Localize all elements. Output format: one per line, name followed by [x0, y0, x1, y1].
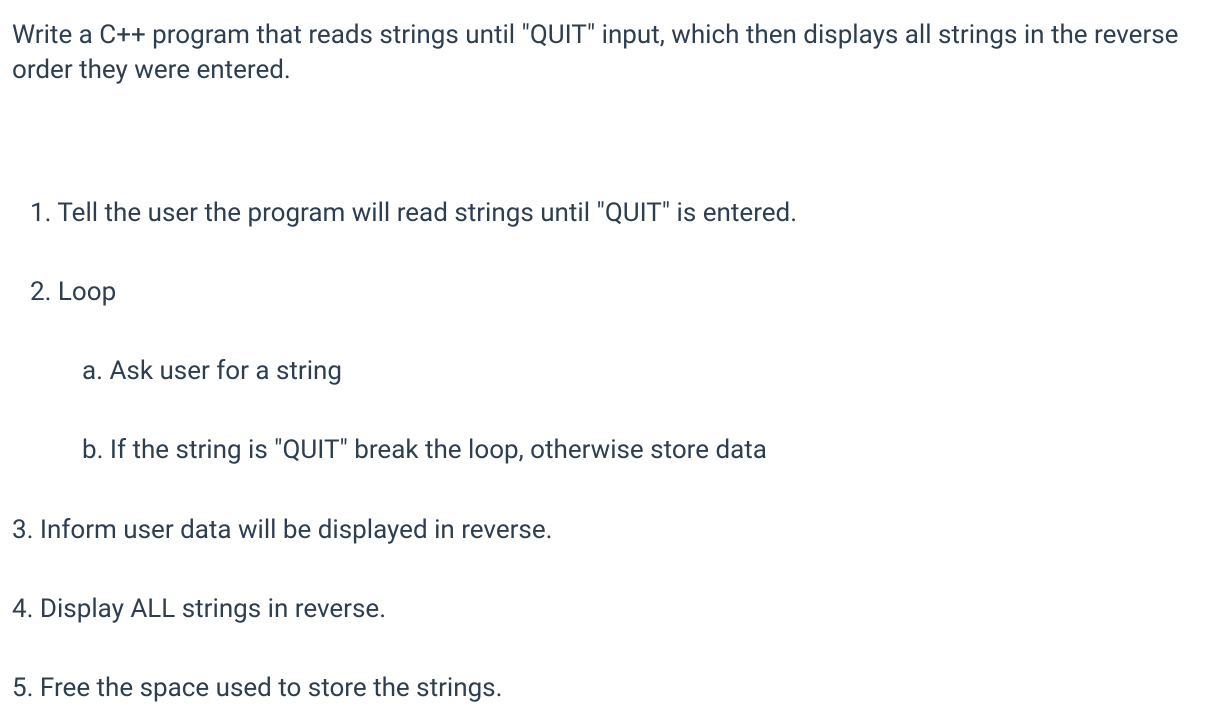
step-3: 3. Inform user data will be displayed in… [12, 513, 1220, 548]
steps-list: 1. Tell the user the program will read s… [12, 196, 1220, 706]
intro-paragraph: Write a C++ program that reads strings u… [12, 18, 1220, 88]
step-4: 4. Display ALL strings in reverse. [12, 592, 1220, 627]
step-1: 1. Tell the user the program will read s… [12, 196, 1220, 231]
step-2b: b. If the string is "QUIT" break the loo… [12, 433, 1220, 468]
step-2a: a. Ask user for a string [12, 354, 1220, 389]
step-5: 5. Free the space used to store the stri… [12, 671, 1220, 706]
step-2: 2. Loop [12, 275, 1220, 310]
